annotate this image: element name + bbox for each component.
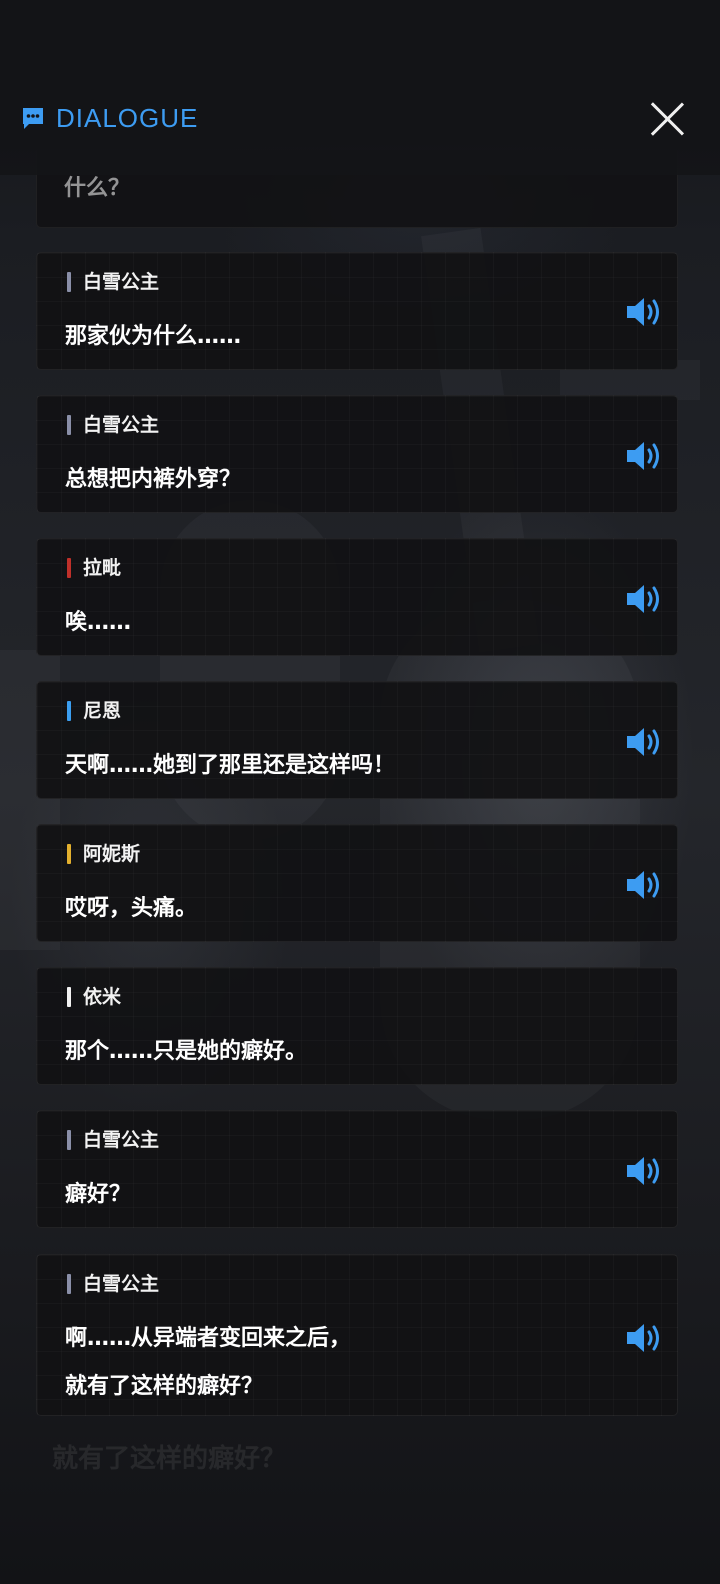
speaker-name: 白雪公主 <box>83 1273 160 1295</box>
dialogue-card: 尼恩天啊……她到了那里还是这样吗！ <box>36 681 678 799</box>
speaker-row: 尼恩 <box>67 700 121 722</box>
speaker-name: 阿妮斯 <box>83 843 141 865</box>
chat-bubble-icon <box>23 108 43 129</box>
speaker-color-bar <box>67 558 71 578</box>
dialogue-text: 癖好？ <box>65 1182 132 1207</box>
speaker-color-bar <box>67 987 71 1007</box>
voice-play-icon[interactable] <box>625 439 665 473</box>
dialogue-card: 白雪公主啊……从异端者变回来之后， 就有了这样的癖好？ <box>36 1254 678 1416</box>
voice-play-icon[interactable] <box>625 1154 665 1188</box>
dialogue-card: 阿妮斯哎呀，头痛。 <box>36 824 678 942</box>
dialogue-card: 白雪公主总想把内裤外穿？ <box>36 395 678 513</box>
speaker-color-bar <box>67 1130 71 1150</box>
partial-dialogue-text: 什么？ <box>64 176 131 201</box>
speaker-row: 阿妮斯 <box>67 843 140 865</box>
close-icon[interactable] <box>650 102 684 136</box>
voice-play-icon[interactable] <box>625 868 665 902</box>
dialogue-text: 天啊……她到了那里还是这样吗！ <box>65 753 396 778</box>
speaker-color-bar <box>67 844 71 864</box>
speaker-color-bar <box>67 1274 71 1294</box>
speaker-row: 拉毗 <box>67 557 121 579</box>
dialogue-text: 那个……只是她的癖好。 <box>65 1039 308 1064</box>
dialogue-text: 啊……从异端者变回来之后， <box>65 1326 352 1351</box>
speaker-color-bar <box>67 415 71 435</box>
speaker-row: 白雪公主 <box>67 414 159 436</box>
dialogue-text: 哎呀，头痛。 <box>65 896 198 921</box>
header: DIALOGUE <box>0 0 720 175</box>
speaker-row: 白雪公主 <box>67 1129 159 1151</box>
dialogue-text: 唉…… <box>65 610 132 635</box>
dialogue-text: 就有了这样的癖好？ <box>65 1374 264 1399</box>
dialogue-text: 那家伙为什么…… <box>65 324 242 349</box>
background-caption: 就有了这样的癖好？ <box>52 1444 287 1474</box>
dialogue-title: DIALOGUE <box>56 103 199 133</box>
voice-play-icon[interactable] <box>625 1321 665 1355</box>
speaker-row: 白雪公主 <box>67 271 159 293</box>
dialogue-card: 拉毗唉…… <box>36 538 678 656</box>
voice-play-icon[interactable] <box>625 295 665 329</box>
speaker-color-bar <box>67 272 71 292</box>
dialogue-card: 白雪公主癖好？ <box>36 1110 678 1228</box>
speaker-name: 尼恩 <box>83 700 122 722</box>
speaker-name: 白雪公主 <box>83 1129 160 1151</box>
dialogue-card: 依米那个……只是她的癖好。 <box>36 967 678 1085</box>
speaker-name: 白雪公主 <box>83 271 160 293</box>
dialogue-card: 白雪公主那家伙为什么…… <box>36 252 678 370</box>
title-group: DIALOGUE <box>20 104 198 132</box>
speaker-name: 依米 <box>83 986 122 1008</box>
speaker-row: 白雪公主 <box>67 1273 159 1295</box>
speaker-name: 拉毗 <box>83 557 122 579</box>
speaker-row: 依米 <box>67 986 121 1008</box>
speaker-name: 白雪公主 <box>83 414 160 436</box>
voice-play-icon[interactable] <box>625 582 665 616</box>
speaker-color-bar <box>67 701 71 721</box>
dialogue-text: 总想把内裤外穿？ <box>65 467 242 492</box>
voice-play-icon[interactable] <box>625 725 665 759</box>
